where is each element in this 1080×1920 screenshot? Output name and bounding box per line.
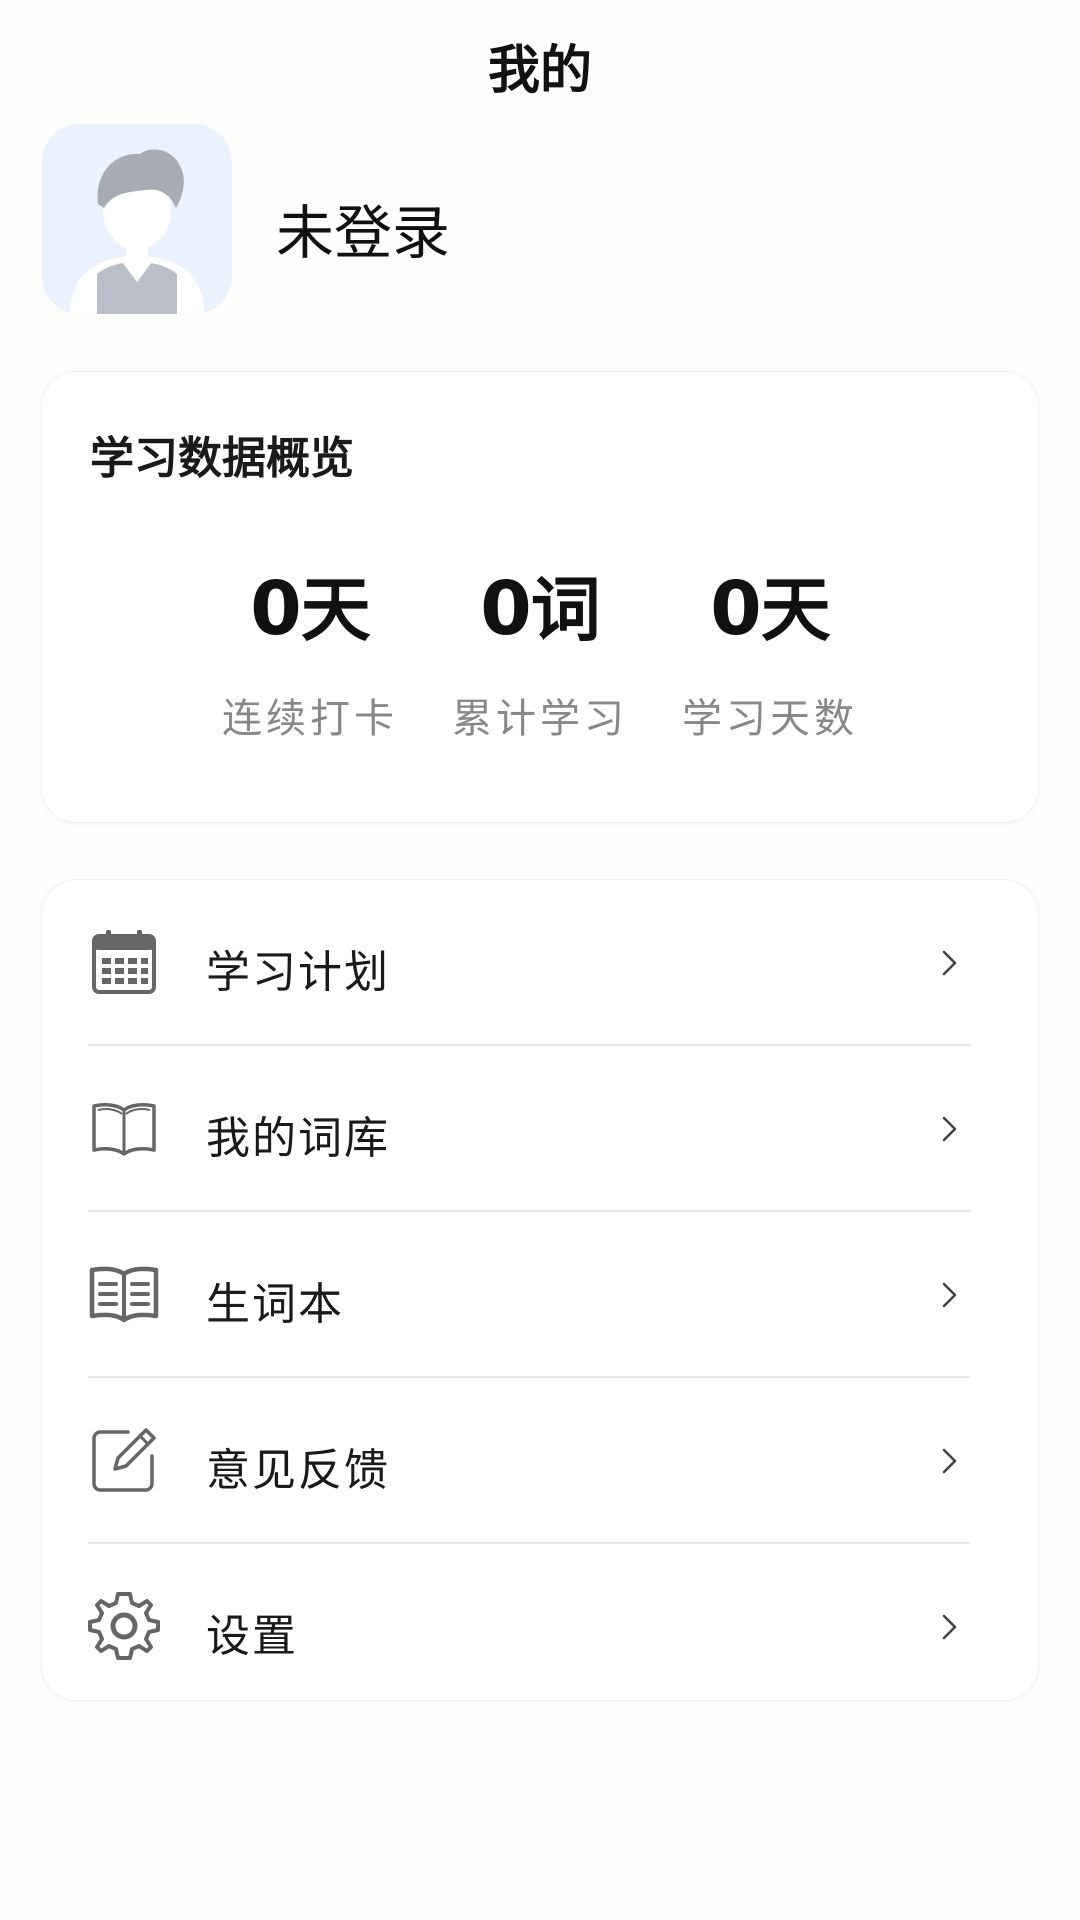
user-avatar-icon bbox=[42, 124, 232, 314]
menu-item-my-wordbank[interactable]: 我的词库 bbox=[42, 1046, 1038, 1210]
stat-number: 0 bbox=[710, 566, 761, 652]
gear-icon bbox=[88, 1592, 160, 1660]
stat-number: 0 bbox=[250, 566, 301, 652]
open-book-icon bbox=[92, 1103, 156, 1156]
stat-study-days: 0天 学习天数 bbox=[620, 572, 920, 744]
avatar[interactable] bbox=[42, 124, 232, 314]
page-title: 我的 bbox=[487, 41, 592, 101]
menu-item-new-words-notebook[interactable]: 生词本 bbox=[42, 1212, 1038, 1376]
stat-unit: 天 bbox=[760, 569, 831, 651]
chevron-right-icon bbox=[942, 950, 957, 976]
chevron-right-icon bbox=[942, 1116, 957, 1142]
stat-unit: 天 bbox=[300, 569, 371, 651]
edit-icon bbox=[92, 1428, 156, 1492]
menu-item-label: 生词本 bbox=[206, 1279, 344, 1330]
stats-card: 学习数据概览 0天 连续打卡 0词 累计学习 0天 学习天数 bbox=[42, 372, 1038, 822]
menu-item-label: 学习计划 bbox=[206, 947, 390, 998]
stat-label: 学习天数 bbox=[682, 696, 858, 742]
stat-value: 0天 bbox=[620, 572, 920, 646]
stat-number: 0 bbox=[480, 566, 531, 652]
menu-item-label: 意见反馈 bbox=[206, 1445, 390, 1496]
stat-unit: 词 bbox=[530, 569, 601, 651]
chevron-right-icon bbox=[942, 1282, 957, 1308]
menu-item-study-plan[interactable]: 学习计划 bbox=[42, 880, 1038, 1044]
stats-title: 学习数据概览 bbox=[90, 433, 354, 484]
menu-item-label: 我的词库 bbox=[206, 1113, 390, 1164]
login-status-label[interactable]: 未登录 bbox=[276, 186, 450, 270]
menu-item-settings[interactable]: 设置 bbox=[42, 1544, 1038, 1708]
chevron-right-icon bbox=[942, 1448, 957, 1474]
menu-item-label: 设置 bbox=[206, 1611, 298, 1662]
menu-card: 学习计划 我的词库 生词本 意见反馈 设置 bbox=[42, 880, 1038, 1700]
notebook-icon bbox=[89, 1266, 159, 1323]
menu-item-feedback[interactable]: 意见反馈 bbox=[42, 1378, 1038, 1542]
calendar-icon bbox=[92, 930, 156, 994]
chevron-right-icon bbox=[942, 1614, 957, 1640]
